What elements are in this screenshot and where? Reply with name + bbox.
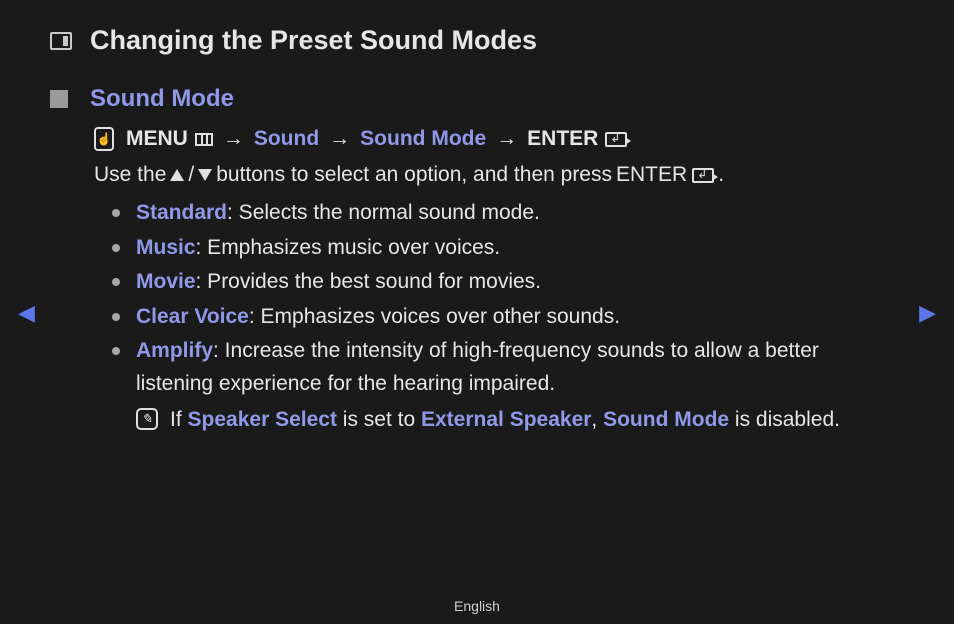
up-arrow-icon [170, 169, 184, 181]
option-name: Movie [136, 270, 196, 293]
book-icon [50, 32, 72, 50]
option-desc: : Provides the best sound for movies. [196, 270, 542, 293]
enter-icon [605, 132, 627, 147]
menu-label: MENU [126, 127, 188, 151]
note-line: ✎ If Speaker Select is set to External S… [136, 404, 894, 437]
instruction-enter: ENTER [616, 163, 687, 187]
nav-sound: Sound [254, 127, 319, 151]
section-header: Sound Mode [50, 85, 894, 113]
menu-path: ☝ MENU → Sound → Sound Mode → ENTER [94, 127, 894, 151]
list-item: Clear Voice: Emphasizes voices over othe… [112, 301, 894, 334]
options-list: Standard: Selects the normal sound mode.… [112, 197, 894, 437]
note-icon: ✎ [136, 408, 158, 430]
prev-page-button[interactable]: ◀ [18, 300, 35, 326]
option-desc: : Increase the intensity of high-frequen… [136, 339, 819, 395]
arrow-icon: → [219, 127, 248, 151]
menu-grid-icon [195, 133, 213, 146]
note-post: is disabled. [729, 408, 840, 431]
instruction-pre: Use the [94, 163, 166, 187]
next-page-button[interactable]: ▶ [919, 300, 936, 326]
page-title: Changing the Preset Sound Modes [90, 25, 537, 56]
note-text: If Speaker Select is set to External Spe… [170, 404, 840, 437]
remote-hand-icon: ☝ [94, 127, 114, 151]
list-item: Standard: Selects the normal sound mode. [112, 197, 894, 230]
note-mid2: , [591, 408, 603, 431]
option-desc: : Emphasizes music over voices. [196, 236, 501, 259]
down-arrow-icon [198, 169, 212, 181]
note-mid1: is set to [337, 408, 421, 431]
nav-sound-mode: Sound Mode [360, 127, 486, 151]
option-name: Amplify [136, 339, 213, 362]
option-name: Standard [136, 201, 227, 224]
note-sound-mode: Sound Mode [603, 408, 729, 431]
page-title-row: Changing the Preset Sound Modes [50, 25, 904, 56]
list-item: Amplify: Increase the intensity of high-… [112, 335, 894, 437]
note-external-speaker: External Speaker [421, 408, 591, 431]
section-title: Sound Mode [90, 85, 234, 113]
instruction-line: Use the / buttons to select an option, a… [94, 163, 894, 187]
square-bullet-icon [50, 90, 68, 108]
list-item: Movie: Provides the best sound for movie… [112, 266, 894, 299]
note-speaker-select: Speaker Select [188, 408, 337, 431]
instruction-post: . [718, 163, 724, 187]
manual-page: Changing the Preset Sound Modes Sound Mo… [0, 0, 954, 624]
arrow-icon: → [325, 127, 354, 151]
option-desc: : Emphasizes voices over other sounds. [249, 305, 620, 328]
option-desc: : Selects the normal sound mode. [227, 201, 540, 224]
section: Sound Mode ☝ MENU → Sound → Sound Mode →… [50, 85, 894, 439]
arrow-icon: → [492, 127, 521, 151]
footer-language: English [0, 598, 954, 614]
list-item: Music: Emphasizes music over voices. [112, 232, 894, 265]
option-name: Clear Voice [136, 305, 249, 328]
instruction-mid: buttons to select an option, and then pr… [216, 163, 612, 187]
enter-icon [692, 168, 714, 183]
note-pre: If [170, 408, 188, 431]
slash: / [188, 163, 194, 187]
enter-label: ENTER [527, 127, 598, 151]
option-name: Music [136, 236, 196, 259]
